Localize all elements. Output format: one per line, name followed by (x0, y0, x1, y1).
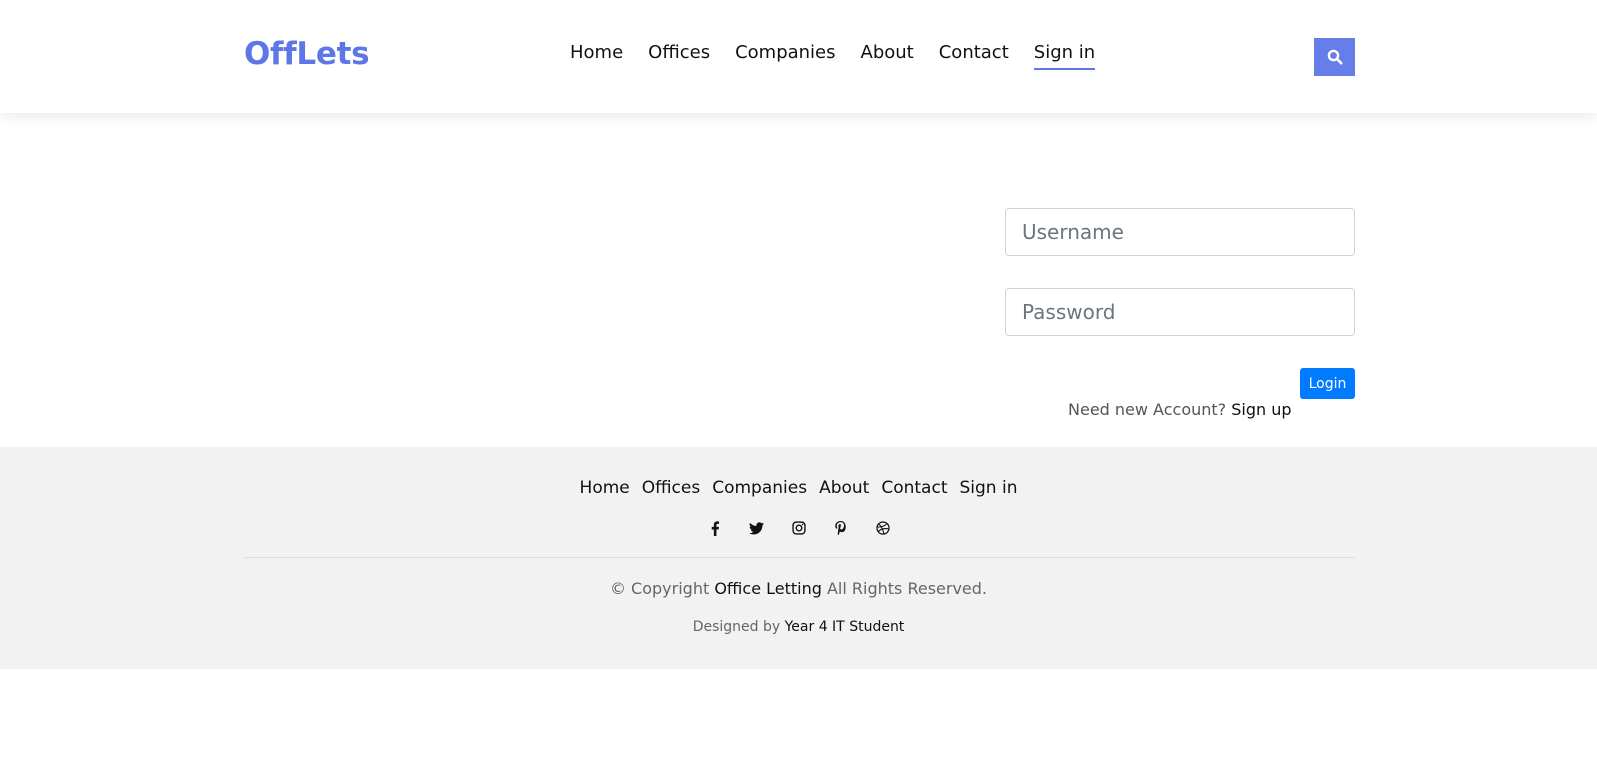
pinterest-icon[interactable] (832, 519, 850, 537)
login-button[interactable]: Login (1300, 368, 1355, 399)
signup-prompt-text: Need new Account? (1068, 400, 1227, 419)
footer-link-home[interactable]: Home (580, 478, 630, 498)
main-nav: Home Offices Companies About Contact Sig… (570, 42, 1120, 70)
site-header: OffLets Home Offices Companies About Con… (0, 0, 1597, 113)
social-links (0, 519, 1597, 537)
footer-link-about[interactable]: About (819, 478, 869, 498)
footer-link-contact[interactable]: Contact (881, 478, 947, 498)
dribbble-icon[interactable] (874, 519, 892, 537)
nav-link-offices[interactable]: Offices (648, 42, 710, 70)
nav-link-companies[interactable]: Companies (735, 42, 835, 70)
password-input[interactable] (1005, 288, 1355, 336)
designed-by-text: Designed by Year 4 IT Student (0, 619, 1597, 635)
site-footer: Home Offices Companies About Contact Sig… (0, 447, 1597, 669)
nav-link-sign-in[interactable]: Sign in (1033, 42, 1096, 70)
search-icon (1327, 49, 1342, 65)
instagram-icon[interactable] (790, 519, 808, 537)
nav-link-about[interactable]: About (861, 42, 914, 70)
username-input[interactable] (1005, 208, 1355, 256)
copyright-suffix: All Rights Reserved. (826, 579, 988, 598)
signup-link[interactable]: Sign up (1231, 400, 1291, 419)
site-logo[interactable]: OffLets (244, 36, 370, 72)
facebook-icon[interactable] (706, 519, 724, 537)
search-button[interactable] (1314, 38, 1355, 76)
copyright-name: Office Letting (714, 579, 822, 598)
designed-by-name[interactable]: Year 4 IT Student (785, 619, 905, 635)
footer-link-companies[interactable]: Companies (712, 478, 807, 498)
nav-link-home[interactable]: Home (570, 42, 623, 70)
copyright-prefix: © Copyright (609, 579, 710, 598)
twitter-icon[interactable] (748, 519, 766, 537)
signup-prompt: Need new Account? Sign up (1068, 400, 1292, 419)
footer-link-offices[interactable]: Offices (642, 478, 700, 498)
footer-divider (244, 557, 1355, 558)
copyright-text: © Copyright Office Letting All Rights Re… (0, 579, 1597, 598)
nav-link-contact[interactable]: Contact (939, 42, 1009, 70)
designed-prefix: Designed by (692, 619, 781, 635)
footer-nav: Home Offices Companies About Contact Sig… (0, 478, 1597, 498)
footer-link-sign-in[interactable]: Sign in (959, 478, 1017, 498)
